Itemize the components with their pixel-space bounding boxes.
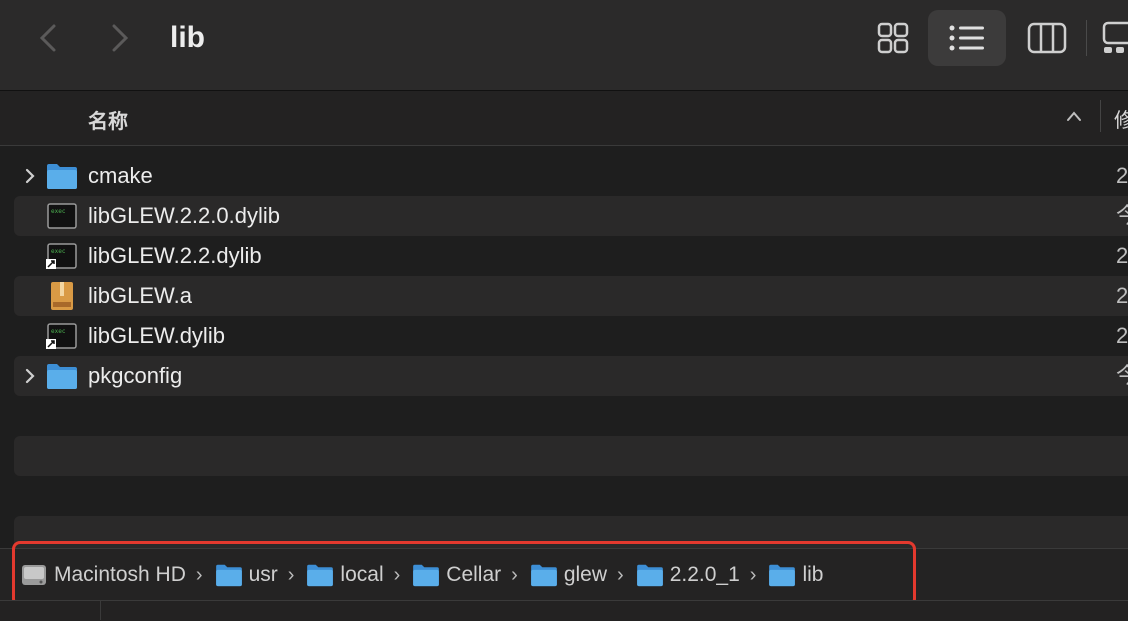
- file-name: libGLEW.dylib: [88, 323, 225, 348]
- svg-text:exec: exec: [51, 328, 66, 335]
- icon-view-button[interactable]: [854, 10, 932, 66]
- name-column-header[interactable]: 名称: [88, 105, 128, 134]
- disclosure-triangle-icon[interactable]: [24, 367, 36, 385]
- archive-icon: [51, 282, 73, 310]
- file-date: 今: [1116, 363, 1128, 388]
- date-column-header[interactable]: 修: [1114, 104, 1128, 133]
- folder-icon: [47, 364, 77, 389]
- file-name: libGLEW.2.2.0.dylib: [88, 203, 280, 228]
- back-button[interactable]: [32, 20, 68, 56]
- forward-button[interactable]: [102, 20, 138, 56]
- path-highlight-annotation: [12, 541, 916, 607]
- file-date: 2: [1116, 163, 1128, 188]
- svg-text:exec: exec: [51, 248, 66, 255]
- chevron-right-icon: [112, 24, 129, 52]
- terminal-executable-icon: exec: [47, 203, 77, 229]
- file-date: 今: [1116, 203, 1128, 228]
- column-view-button[interactable]: [1008, 10, 1086, 66]
- file-list: cmake 2 exec libGLEW.2.2.0.dylib 今 exec …: [14, 156, 1128, 556]
- disclosure-triangle-icon[interactable]: [24, 167, 36, 185]
- toolbar: lib: [0, 0, 1128, 90]
- list-item[interactable]: libGLEW.a 2: [14, 276, 1128, 316]
- list-item[interactable]: exec libGLEW.2.2.dylib 2: [14, 236, 1128, 276]
- column-separator: [1100, 100, 1101, 132]
- list-view-button[interactable]: [928, 10, 1006, 66]
- list-header: 名称: [0, 91, 1128, 145]
- file-name: libGLEW.a: [88, 283, 192, 308]
- file-name: libGLEW.2.2.dylib: [88, 243, 262, 268]
- list-item[interactable]: pkgconfig 今: [14, 356, 1128, 396]
- list-item[interactable]: exec libGLEW.dylib 2: [14, 316, 1128, 356]
- file-name: cmake: [88, 163, 153, 188]
- sort-ascending-icon[interactable]: [1066, 110, 1082, 122]
- alias-executable-icon: exec: [46, 243, 77, 269]
- gallery-icon: [1102, 21, 1128, 53]
- file-date: 2: [1116, 323, 1128, 348]
- empty-row: [14, 396, 1128, 436]
- columns-icon: [1027, 22, 1067, 54]
- file-date: 2: [1116, 243, 1128, 268]
- status-strip: [0, 600, 1128, 621]
- list-item[interactable]: exec libGLEW.2.2.0.dylib 今: [14, 196, 1128, 236]
- file-date: 2: [1116, 283, 1128, 308]
- list-item[interactable]: cmake 2: [14, 156, 1128, 196]
- alias-executable-icon: exec: [46, 323, 77, 349]
- empty-row: [14, 476, 1128, 516]
- status-divider: [100, 600, 101, 620]
- folder-icon: [47, 164, 77, 189]
- chevron-left-icon: [39, 24, 56, 52]
- window-title: lib: [170, 21, 205, 54]
- file-name: pkgconfig: [88, 363, 183, 388]
- svg-text:exec: exec: [51, 208, 66, 215]
- header-divider: [0, 145, 1128, 146]
- toolbar-separator: [1086, 20, 1087, 56]
- empty-row: [14, 436, 1128, 476]
- gallery-view-button[interactable]: [1092, 10, 1128, 66]
- list-icon: [949, 25, 984, 51]
- grid-icon: [877, 22, 909, 54]
